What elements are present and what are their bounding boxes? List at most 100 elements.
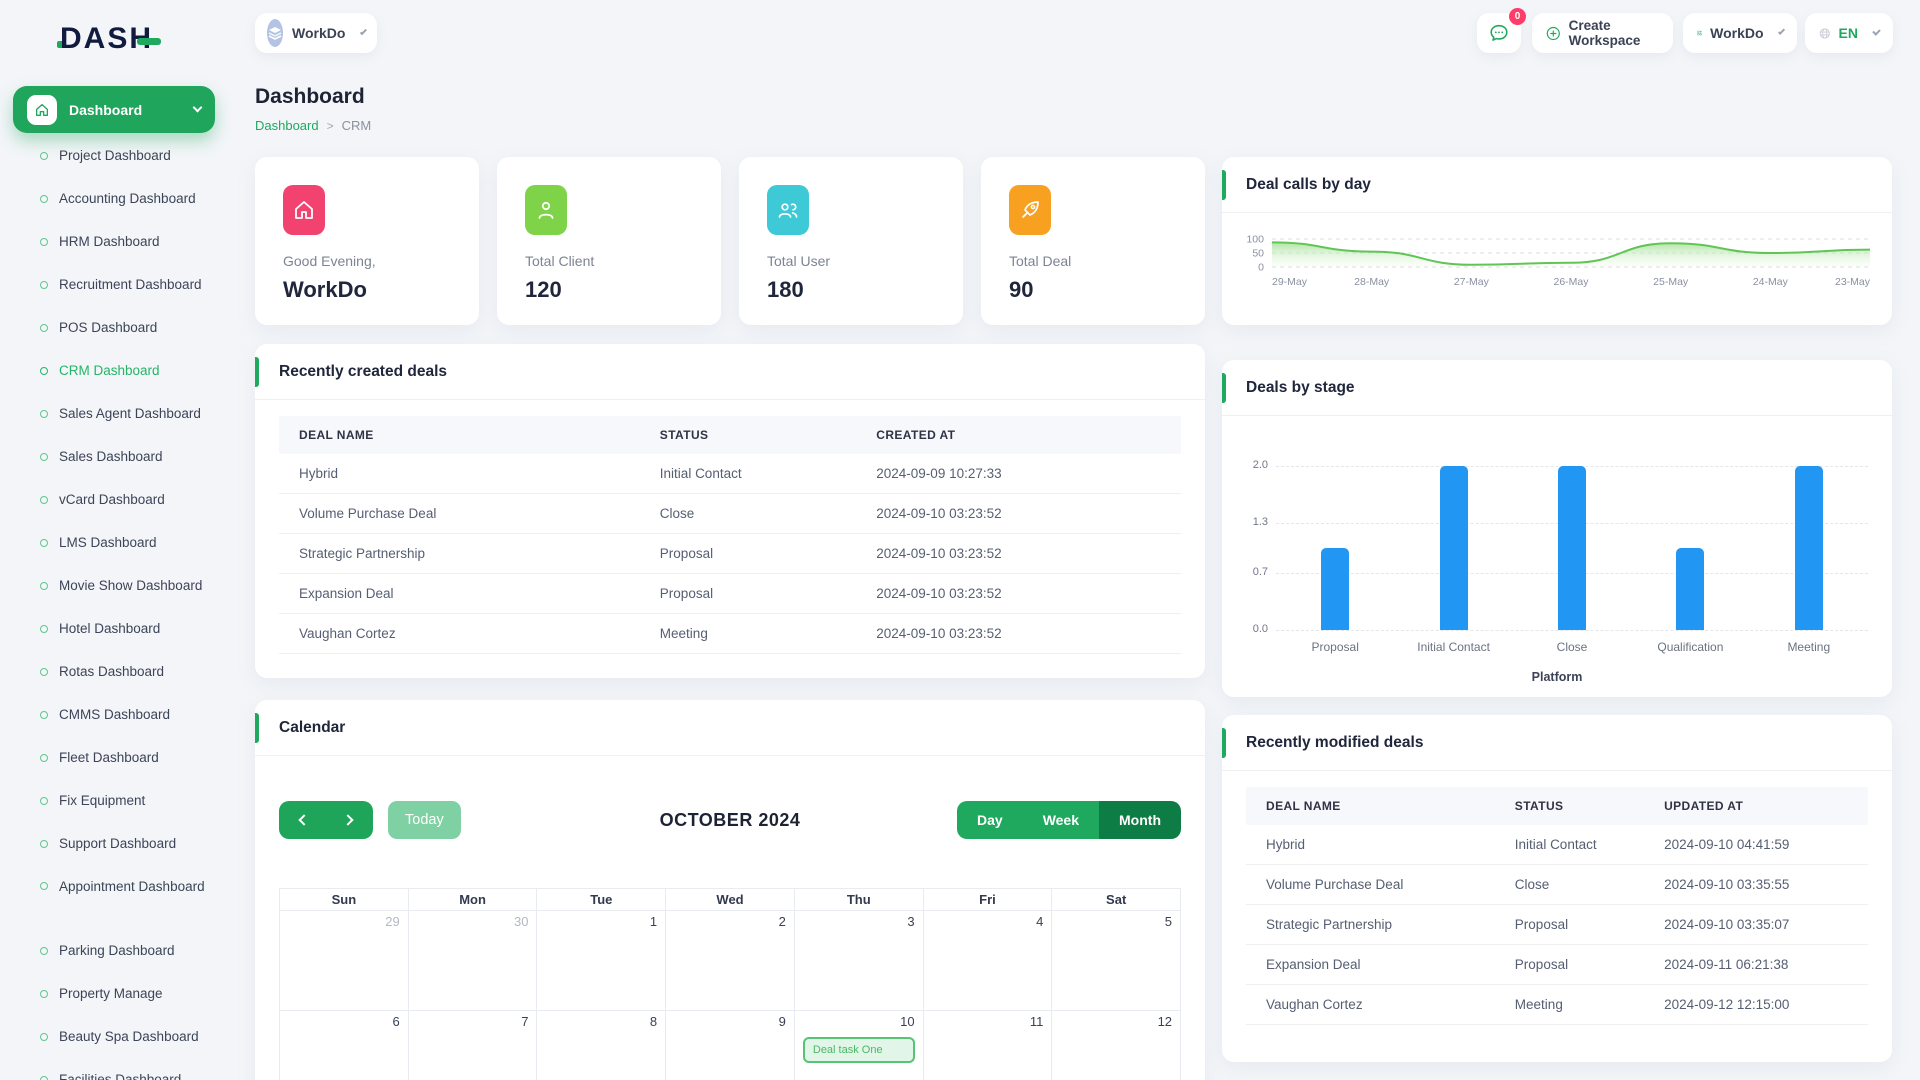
table-cell: 2024-09-10 03:23:52 — [856, 626, 1181, 641]
sidebar-item[interactable]: Recruitment Dashboard — [0, 263, 235, 306]
table-cell: Hybrid — [279, 466, 640, 481]
sidebar-item[interactable]: CMMS Dashboard — [0, 693, 235, 736]
calendar-cell[interactable]: 4 — [924, 911, 1053, 1010]
sidebar-item[interactable]: Property Manage — [0, 972, 235, 1015]
table-cell: Expansion Deal — [279, 586, 640, 601]
calendar-cell[interactable]: 3 — [795, 911, 924, 1010]
calendar-cell[interactable]: 6 — [280, 1011, 409, 1080]
table-cell: Strategic Partnership — [279, 546, 640, 561]
x-tick-label: Meeting — [1754, 640, 1864, 654]
sidebar-item[interactable]: Parking Dashboard — [0, 929, 235, 972]
calendar-cell[interactable]: 30 — [409, 911, 538, 1010]
bar-qualification — [1676, 548, 1704, 630]
sidebar-item[interactable]: HRM Dashboard — [0, 220, 235, 263]
workspace-switcher[interactable]: WorkDo — [255, 13, 377, 53]
bullet-icon — [40, 754, 48, 762]
sidebar-item-label: CRM Dashboard — [59, 360, 209, 381]
sidebar-item[interactable]: Fleet Dashboard — [0, 736, 235, 779]
view-day-button[interactable]: Day — [957, 801, 1023, 839]
sidebar-item[interactable]: LMS Dashboard — [0, 521, 235, 564]
sidebar-item-label: Rotas Dashboard — [59, 661, 209, 682]
y-tick-label: 2.0 — [1228, 459, 1268, 471]
chevron-right-icon — [342, 814, 353, 825]
user-icon — [525, 185, 567, 235]
sidebar-item[interactable]: POS Dashboard — [0, 306, 235, 349]
language-menu[interactable]: EN — [1805, 13, 1893, 53]
sidebar-item[interactable]: Rotas Dashboard — [0, 650, 235, 693]
table-row: Vaughan CortezMeeting2024-09-12 12:15:00 — [1246, 985, 1868, 1025]
svg-text:26-May: 26-May — [1553, 276, 1589, 288]
bullet-icon — [40, 1076, 48, 1080]
view-switcher: DayWeekMonth — [957, 801, 1181, 839]
column-header: STATUS — [640, 428, 856, 442]
workspace-menu[interactable]: WorkDo — [1683, 13, 1797, 53]
create-workspace-button[interactable]: Create Workspace — [1532, 13, 1673, 53]
table-row: Vaughan CortezMeeting2024-09-10 03:23:52 — [279, 614, 1181, 654]
table-cell: 2024-09-11 06:21:38 — [1644, 957, 1868, 972]
deals-by-stage-chart: 2.01.30.70.0ProposalInitial ContactClose… — [1222, 446, 1892, 691]
view-week-button[interactable]: Week — [1023, 801, 1099, 839]
sidebar-item-label: Property Manage — [59, 983, 209, 1004]
sidebar-item-label: POS Dashboard — [59, 317, 209, 338]
column-header: STATUS — [1495, 799, 1644, 813]
view-month-button[interactable]: Month — [1099, 801, 1181, 839]
sidebar-item[interactable]: Beauty Spa Dashboard — [0, 1015, 235, 1058]
sidebar-item[interactable]: Facilities Dashboard — [0, 1058, 235, 1080]
today-button[interactable]: Today — [388, 801, 461, 839]
table-row: Expansion DealProposal2024-09-11 06:21:3… — [1246, 945, 1868, 985]
table-cell: Proposal — [640, 546, 856, 561]
calendar-cell[interactable]: 7 — [409, 1011, 538, 1080]
sidebar-item[interactable]: Project Dashboard — [0, 134, 235, 177]
calendar-date: 29 — [288, 914, 400, 929]
calendar-cell[interactable]: 8 — [537, 1011, 666, 1080]
sidebar-item[interactable]: Appointment Dashboard — [0, 865, 235, 929]
calendar-cell[interactable]: 1 — [537, 911, 666, 1010]
table-cell: Initial Contact — [640, 466, 856, 481]
y-tick-label: 0.7 — [1228, 566, 1268, 578]
calendar-cell[interactable]: 12 — [1052, 1011, 1180, 1080]
table-cell: 2024-09-10 03:23:52 — [856, 546, 1181, 561]
sidebar-item-dashboard-active[interactable]: Dashboard — [13, 86, 215, 133]
sidebar-item[interactable]: Hotel Dashboard — [0, 607, 235, 650]
sidebar-item-label: Support Dashboard — [59, 833, 209, 854]
calendar-toolbar: OCTOBER 2024 Today DayWeekMonth — [279, 800, 1181, 840]
sidebar-item[interactable]: vCard Dashboard — [0, 478, 235, 521]
sidebar-item[interactable]: Sales Agent Dashboard — [0, 392, 235, 435]
prev-month-button[interactable] — [279, 801, 326, 839]
calendar-cell[interactable]: 11 — [924, 1011, 1053, 1080]
table-row: Volume Purchase DealClose2024-09-10 03:2… — [279, 494, 1181, 534]
bullet-icon — [40, 281, 48, 289]
x-tick-label: Close — [1517, 640, 1627, 654]
sidebar-item-label: Fleet Dashboard — [59, 747, 209, 768]
sidebar-item[interactable]: Accounting Dashboard — [0, 177, 235, 220]
calendar-cell[interactable]: 29 — [280, 911, 409, 1010]
sidebar-item[interactable]: Support Dashboard — [0, 822, 235, 865]
calendar-cell[interactable]: 5 — [1052, 911, 1180, 1010]
sidebar-item[interactable]: Movie Show Dashboard — [0, 564, 235, 607]
svg-text:50: 50 — [1252, 248, 1264, 260]
sidebar-item[interactable]: Sales Dashboard — [0, 435, 235, 478]
next-month-button[interactable] — [326, 801, 373, 839]
calendar-cell[interactable]: 2 — [666, 911, 795, 1010]
messages-button[interactable]: 0 — [1477, 13, 1521, 53]
breadcrumb-dashboard-link[interactable]: Dashboard — [255, 118, 319, 133]
calendar-event[interactable]: Deal task One — [803, 1037, 915, 1063]
sidebar-item[interactable]: Fix Equipment — [0, 779, 235, 822]
calendar-date: 5 — [1060, 914, 1172, 929]
bullet-icon — [40, 582, 48, 590]
stat-value: WorkDo — [283, 277, 451, 303]
card-title-row: Recently created deals — [255, 344, 1205, 400]
gridline — [1276, 630, 1868, 631]
calendar-cell[interactable]: 10Deal task One — [795, 1011, 924, 1080]
calendar-nav — [279, 801, 373, 839]
sidebar-item-label: Movie Show Dashboard — [59, 575, 209, 596]
x-tick-label: Qualification — [1635, 640, 1745, 654]
breadcrumb: Dashboard > CRM — [255, 118, 371, 133]
day-header: Fri — [924, 889, 1053, 910]
calendar-cell[interactable]: 9 — [666, 1011, 795, 1080]
svg-text:25-May: 25-May — [1653, 276, 1689, 288]
sidebar-item[interactable]: CRM Dashboard — [0, 349, 235, 392]
bullet-icon — [40, 539, 48, 547]
calendar-date: 6 — [288, 1014, 400, 1029]
home-icon — [27, 95, 57, 125]
